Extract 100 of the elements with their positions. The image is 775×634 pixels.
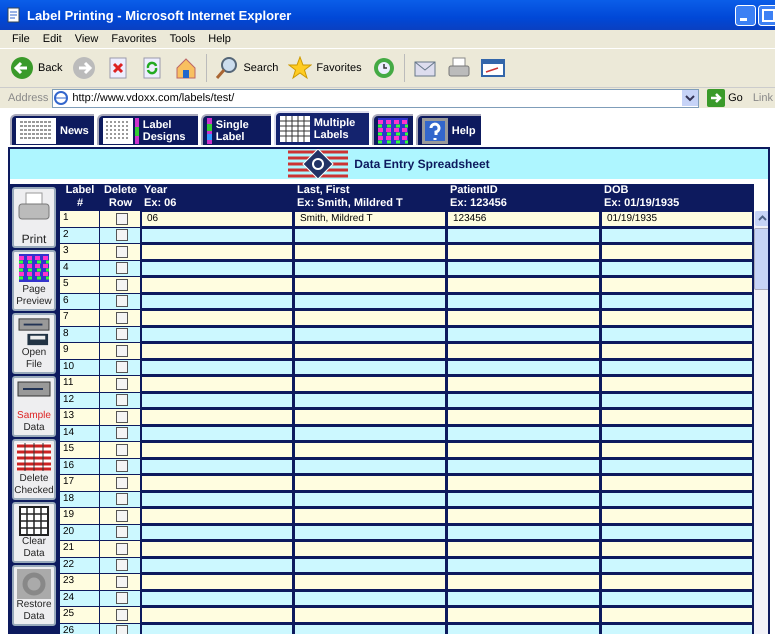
input-field[interactable] <box>141 277 294 292</box>
input-field[interactable] <box>447 326 601 342</box>
delete-button[interactable]: Delete Checked <box>12 439 56 500</box>
delete-checkbox[interactable] <box>116 262 128 274</box>
input-field[interactable] <box>294 524 447 540</box>
delete-checkbox[interactable] <box>116 427 128 440</box>
input-field[interactable] <box>294 343 447 358</box>
input-field[interactable] <box>141 260 294 276</box>
input-field[interactable]: 123456 <box>447 211 601 227</box>
delete-checkbox[interactable] <box>116 229 128 242</box>
input-field[interactable] <box>601 442 754 458</box>
menu-item[interactable]: File <box>6 33 37 45</box>
input-field[interactable] <box>601 574 754 590</box>
input-field[interactable] <box>294 310 447 326</box>
input-field[interactable] <box>601 458 754 474</box>
clear-button[interactable]: Clear Data <box>12 502 56 563</box>
delete-checkbox[interactable] <box>116 361 128 374</box>
delete-checkbox[interactable] <box>116 410 128 423</box>
input-field[interactable] <box>141 524 294 540</box>
input-field[interactable] <box>601 244 754 260</box>
input-field[interactable] <box>141 392 294 408</box>
delete-checkbox[interactable] <box>116 460 128 472</box>
input-field[interactable] <box>601 508 754 524</box>
input-field[interactable] <box>294 294 447 309</box>
input-field[interactable] <box>447 244 601 260</box>
input-field[interactable] <box>294 277 447 292</box>
input-field[interactable] <box>447 376 601 392</box>
input-field[interactable] <box>141 310 294 326</box>
input-field[interactable] <box>447 541 601 556</box>
input-field[interactable] <box>141 475 294 490</box>
tab[interactable] <box>372 114 413 145</box>
input-field[interactable]: 01/19/1935 <box>601 211 754 227</box>
delete-checkbox[interactable] <box>116 328 128 340</box>
input-field[interactable] <box>294 558 447 573</box>
input-field[interactable] <box>141 458 294 474</box>
tab[interactable]: Single Label <box>200 114 271 145</box>
delete-checkbox[interactable] <box>116 542 128 555</box>
delete-checkbox[interactable] <box>116 493 128 506</box>
input-field[interactable] <box>447 574 601 590</box>
input-field[interactable] <box>141 541 294 556</box>
input-field[interactable] <box>447 458 601 474</box>
input-field[interactable] <box>141 492 294 507</box>
input-field[interactable] <box>294 260 447 276</box>
input-field[interactable] <box>447 310 601 326</box>
input-field[interactable] <box>601 294 754 309</box>
input-field[interactable] <box>294 376 447 392</box>
input-field[interactable] <box>294 541 447 556</box>
input-field[interactable] <box>601 409 754 424</box>
delete-checkbox[interactable] <box>116 344 128 357</box>
input-field[interactable] <box>294 326 447 342</box>
input-field[interactable] <box>601 426 754 441</box>
input-field[interactable] <box>601 492 754 507</box>
input-field[interactable] <box>141 508 294 524</box>
maximize-icon[interactable] <box>758 4 775 26</box>
input-field[interactable] <box>601 310 754 326</box>
input-field[interactable] <box>601 343 754 358</box>
input-field[interactable] <box>141 590 294 606</box>
delete-checkbox[interactable] <box>116 278 128 291</box>
go-button[interactable]: Go <box>703 89 749 107</box>
input-field[interactable] <box>141 442 294 458</box>
input-field[interactable] <box>294 590 447 606</box>
input-field[interactable] <box>601 228 754 243</box>
delete-checkbox[interactable] <box>116 592 128 604</box>
input-field[interactable] <box>447 360 601 375</box>
input-field[interactable] <box>447 260 601 276</box>
input-field[interactable] <box>294 409 447 424</box>
input-field[interactable] <box>141 244 294 260</box>
delete-checkbox[interactable] <box>116 476 128 489</box>
input-field[interactable] <box>294 475 447 490</box>
input-field[interactable] <box>294 392 447 408</box>
input-field[interactable] <box>447 442 601 458</box>
input-field[interactable] <box>294 574 447 590</box>
input-field[interactable] <box>447 409 601 424</box>
back-button[interactable]: Back <box>8 56 64 80</box>
delete-checkbox[interactable] <box>116 394 128 406</box>
input-field[interactable] <box>141 376 294 392</box>
input-field[interactable] <box>447 343 601 358</box>
delete-checkbox[interactable] <box>116 312 128 324</box>
input-field[interactable] <box>447 277 601 292</box>
input-field[interactable] <box>447 508 601 524</box>
menu-item[interactable]: Favorites <box>105 33 164 45</box>
delete-checkbox[interactable] <box>116 213 128 225</box>
input-field[interactable] <box>601 590 754 606</box>
tab[interactable]: Help <box>416 114 481 145</box>
input-field[interactable] <box>141 294 294 309</box>
open-button[interactable]: Open File <box>12 313 56 374</box>
restore-button[interactable]: Restore Data <box>12 565 56 626</box>
input-field[interactable] <box>601 376 754 392</box>
input-field[interactable] <box>141 607 294 622</box>
delete-checkbox[interactable] <box>116 246 128 258</box>
input-field[interactable] <box>601 558 754 573</box>
delete-checkbox[interactable] <box>116 378 128 390</box>
input-field[interactable] <box>601 260 754 276</box>
input-field[interactable] <box>447 607 601 622</box>
print-button[interactable]: Print <box>12 187 56 248</box>
input-field[interactable] <box>601 524 754 540</box>
input-field[interactable] <box>447 492 601 507</box>
input-field[interactable] <box>294 442 447 458</box>
preview-button[interactable]: Page Preview <box>12 250 56 311</box>
input-field[interactable] <box>447 228 601 243</box>
